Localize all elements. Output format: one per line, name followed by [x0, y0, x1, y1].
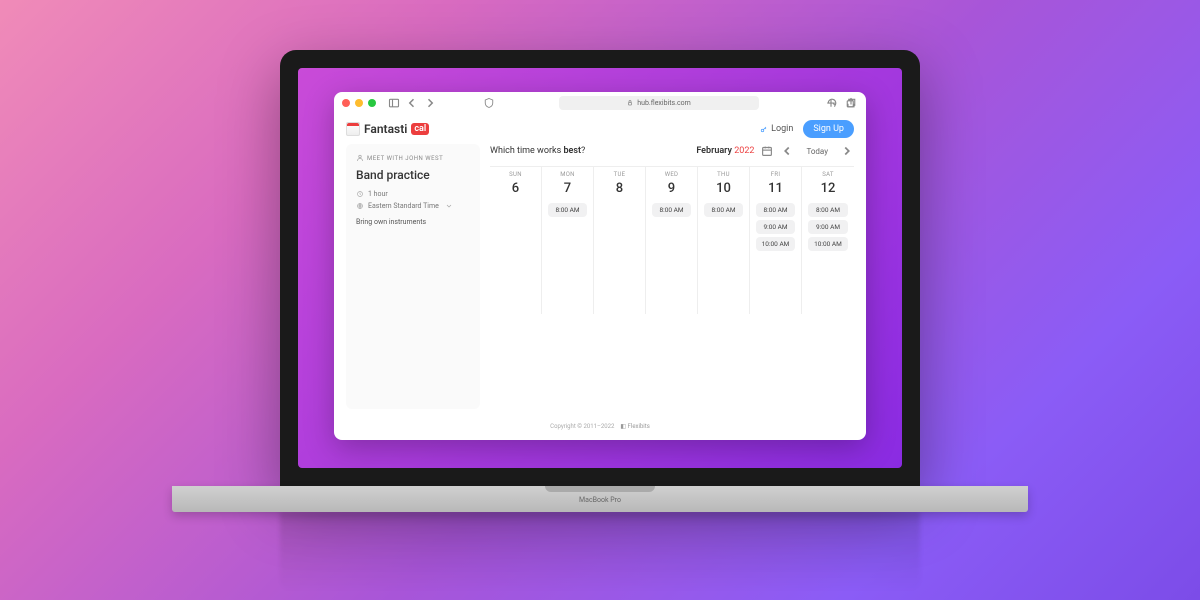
- time-slot[interactable]: 10:00 AM: [756, 237, 796, 251]
- brand-logo[interactable]: Fantasti cal: [346, 122, 429, 136]
- day-of-week: SAT: [822, 171, 834, 178]
- close-window-button[interactable]: [342, 99, 350, 107]
- event-details-panel: MEET WITH JOHN WEST Band practice 1 hour…: [346, 144, 480, 409]
- scheduler-prompt: Which time works best?: [490, 146, 585, 156]
- browser-titlebar: hub.flexibits.com: [334, 92, 866, 114]
- time-slot[interactable]: 8:00 AM: [548, 203, 588, 217]
- day-number: 6: [512, 181, 519, 196]
- url-text: hub.flexibits.com: [637, 99, 691, 107]
- content-area: MEET WITH JOHN WEST Band practice 1 hour…: [334, 144, 866, 417]
- tabs-button[interactable]: [844, 96, 858, 110]
- time-slot[interactable]: 8:00 AM: [756, 203, 796, 217]
- footer-brand[interactable]: ◧ Flexibits: [620, 423, 649, 430]
- globe-icon: [356, 202, 364, 210]
- day-column: SAT 12 8:00 AM 9:00 AM 10:00 AM: [802, 167, 854, 314]
- app-header: Fantasti cal Login Sign Up: [334, 114, 866, 144]
- scheduler-header: Which time works best? February 2022 Tod…: [490, 144, 854, 158]
- day-column: THU 10 8:00 AM: [698, 167, 750, 314]
- laptop-screen: hub.flexibits.com Fantasti cal: [298, 68, 902, 468]
- laptop-reflection: [280, 512, 920, 592]
- week-grid: SUN 6 MON 7 8:00 AM TUE 8 WED 9 8:00 AM THU 10 8:00 …: [490, 166, 854, 314]
- event-note: Bring own instruments: [356, 218, 470, 226]
- time-slot[interactable]: 8:00 AM: [808, 203, 849, 217]
- laptop-bezel: hub.flexibits.com Fantasti cal: [280, 50, 920, 486]
- next-week-button[interactable]: [840, 144, 854, 158]
- prev-week-button[interactable]: [780, 144, 794, 158]
- day-number: 11: [768, 181, 783, 196]
- time-slot[interactable]: 9:00 AM: [756, 220, 796, 234]
- day-of-week: WED: [665, 171, 679, 178]
- login-link[interactable]: Login: [760, 124, 793, 134]
- shield-icon[interactable]: [482, 96, 496, 110]
- person-icon: [356, 154, 364, 162]
- day-of-week: TUE: [614, 171, 626, 178]
- browser-window: hub.flexibits.com Fantasti cal: [334, 92, 866, 440]
- new-tab-button[interactable]: [824, 96, 838, 110]
- maximize-window-button[interactable]: [368, 99, 376, 107]
- duration-row: 1 hour: [356, 190, 470, 198]
- scheduler-panel: Which time works best? February 2022 Tod…: [490, 144, 854, 409]
- day-of-week: MON: [560, 171, 575, 178]
- day-column: TUE 8: [594, 167, 646, 314]
- today-button[interactable]: Today: [800, 145, 834, 158]
- day-column: FRI 11 8:00 AM 9:00 AM 10:00 AM: [750, 167, 802, 314]
- month-navigation: February 2022 Today: [696, 144, 854, 158]
- clock-icon: [356, 190, 364, 198]
- time-slot[interactable]: 10:00 AM: [808, 237, 849, 251]
- day-number: 8: [616, 181, 623, 196]
- back-button[interactable]: [405, 96, 419, 110]
- day-number: 12: [821, 181, 836, 196]
- event-title: Band practice: [356, 168, 470, 182]
- key-icon: [760, 125, 768, 133]
- meet-with-label: MEET WITH JOHN WEST: [356, 154, 470, 162]
- day-column: SUN 6: [490, 167, 542, 314]
- url-bar[interactable]: hub.flexibits.com: [559, 96, 759, 110]
- laptop-mockup: hub.flexibits.com Fantasti cal: [172, 50, 1028, 528]
- minimize-window-button[interactable]: [355, 99, 363, 107]
- sidebar-toggle-icon[interactable]: [387, 96, 401, 110]
- day-of-week: SUN: [509, 171, 522, 178]
- forward-button[interactable]: [423, 96, 437, 110]
- brand-name: Fantasti: [364, 122, 407, 136]
- laptop-model-label: MacBook Pro: [579, 496, 621, 504]
- time-slot[interactable]: 8:00 AM: [704, 203, 744, 217]
- day-column: MON 7 8:00 AM: [542, 167, 594, 314]
- time-slot[interactable]: 9:00 AM: [808, 220, 849, 234]
- footer: Copyright © 2011–2022 ◧ Flexibits: [334, 417, 866, 440]
- month-label: February 2022: [696, 146, 754, 156]
- copyright: Copyright © 2011–2022: [550, 423, 614, 430]
- day-of-week: FRI: [771, 171, 781, 178]
- day-of-week: THU: [717, 171, 730, 178]
- timezone-row[interactable]: Eastern Standard Time: [356, 202, 470, 210]
- laptop-base: MacBook Pro: [172, 486, 1028, 512]
- day-column: WED 9 8:00 AM: [646, 167, 698, 314]
- day-number: 10: [716, 181, 731, 196]
- calendar-app-icon: [346, 122, 360, 136]
- calendar-picker-button[interactable]: [760, 144, 774, 158]
- chevron-down-icon: [445, 202, 453, 210]
- time-slot[interactable]: 8:00 AM: [652, 203, 692, 217]
- brand-suffix: cal: [411, 123, 429, 135]
- day-number: 7: [564, 181, 571, 196]
- signup-button[interactable]: Sign Up: [803, 120, 854, 138]
- day-number: 9: [668, 181, 675, 196]
